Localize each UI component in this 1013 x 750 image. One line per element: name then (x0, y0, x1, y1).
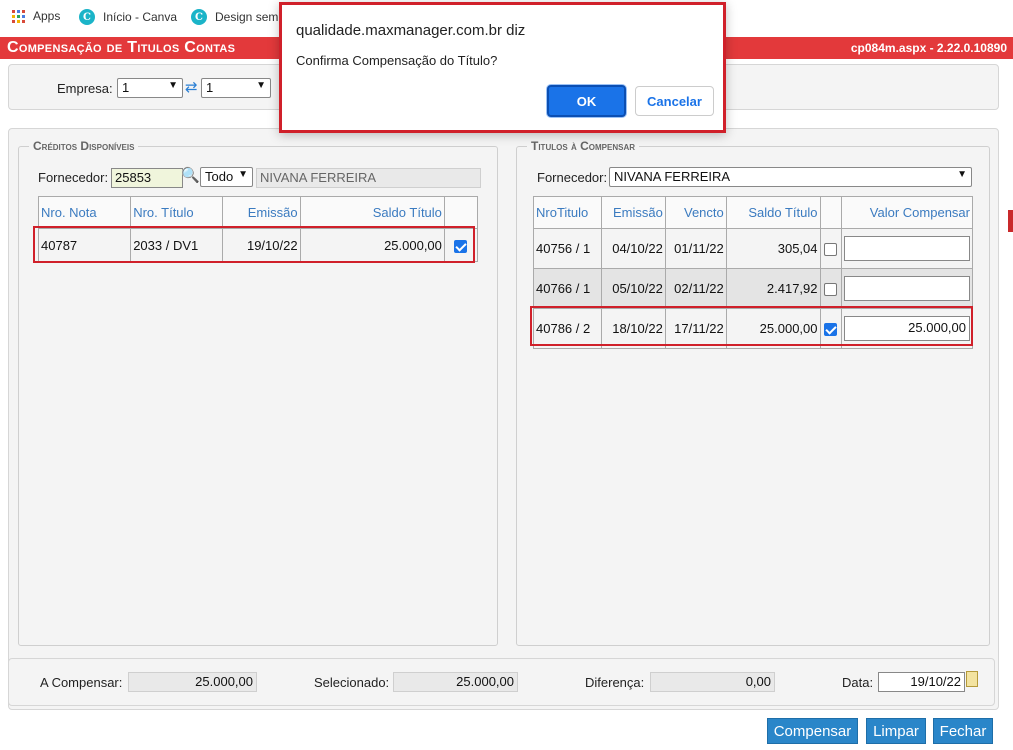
chevron-down-icon: ▼ (238, 169, 248, 180)
table-row[interactable]: 40766 / 1 05/10/22 02/11/22 2.417,92 (533, 268, 973, 309)
data-label: Data: (842, 675, 874, 690)
diferenca-label: Diferença: (585, 675, 645, 690)
cancel-button[interactable]: Cancelar (635, 86, 714, 116)
titulos-fornecedor-select[interactable]: NIVANA FERREIRA ▼ (609, 167, 972, 187)
fornecedor-code-input[interactable]: 25853 (111, 168, 183, 188)
row-checkbox[interactable] (824, 283, 838, 297)
cell-vencto: 01/11/22 (664, 228, 727, 269)
col-emissao[interactable]: Emissão (222, 196, 301, 229)
canva-icon: C (79, 9, 95, 25)
creditos-fieldset: Créditos Disponíveis Fornecedor: 25853 🔍… (18, 139, 498, 646)
empresa2-select[interactable]: 1 ▼ (201, 78, 271, 98)
compensar-button[interactable]: Compensar (767, 718, 858, 744)
col-nro-nota[interactable]: Nro. Nota (37, 196, 132, 229)
col-nro-titulo[interactable]: Nro. Título (130, 196, 224, 229)
cell-emissao: 04/10/22 (600, 228, 666, 269)
main-panel: Créditos Disponíveis Fornecedor: 25853 🔍… (8, 128, 999, 710)
creditos-legend: Créditos Disponíveis (29, 139, 139, 153)
dialog-host: qualidade.maxmanager.com.br diz (296, 22, 526, 39)
apps-grid-icon (12, 9, 25, 23)
col-valor-compensar[interactable]: Valor Compensar (841, 196, 973, 229)
fechar-button[interactable]: Fechar (933, 718, 993, 744)
cell-select (819, 268, 843, 309)
side-accent (1008, 210, 1013, 232)
data-input[interactable]: 19/10/22 (878, 672, 965, 692)
cell-titulo: 40766 / 1 (533, 268, 602, 309)
titulos-fieldset: Titulos à Compensar Fornecedor: NIVANA F… (516, 139, 990, 646)
creditos-fornecedor-label: Fornecedor: (38, 170, 109, 185)
cell-titulo: 40756 / 1 (533, 228, 602, 269)
empresa2-select-value: 1 (206, 80, 214, 95)
cell-valor (841, 228, 973, 269)
cell-emissao: 05/10/22 (600, 268, 666, 309)
search-icon[interactable]: 🔍 (181, 166, 200, 184)
selecionado-label: Selecionado: (314, 675, 390, 690)
bookmark-label: Apps (33, 9, 61, 23)
canva-icon: C (191, 9, 207, 25)
cell-valor (841, 268, 973, 309)
limpar-button[interactable]: Limpar (866, 718, 926, 744)
fornecedor-name-field: NIVANA FERREIRA (256, 168, 481, 188)
cell-saldo: 305,04 (725, 228, 821, 269)
valor-compensar-input[interactable] (844, 276, 970, 301)
diferenca-field: 0,00 (650, 672, 775, 692)
col-saldo-titulo[interactable]: Saldo Título (299, 196, 445, 229)
totals-panel: A Compensar: 25.000,00 Selecionado: 25.0… (8, 658, 995, 706)
col-select (443, 196, 479, 229)
cell-vencto: 02/11/22 (664, 268, 727, 309)
bookmark-label: Design sem (215, 10, 279, 24)
bookmark-canva-design[interactable]: C Design sem (191, 9, 278, 25)
col-saldo-titulo[interactable]: Saldo Título (725, 196, 821, 229)
page-title: Compensação de Titulos Contas (7, 39, 236, 56)
chevron-down-icon: ▼ (168, 80, 178, 91)
bookmark-label: Início - Canva (103, 10, 178, 24)
creditos-filter-select[interactable]: Todo ▼ (200, 167, 253, 187)
dialog-message: Confirma Compensação do Título? (296, 53, 498, 68)
bookmark-apps[interactable]: Apps (12, 9, 60, 23)
col-emissao[interactable]: Emissão (600, 196, 666, 229)
col-select (819, 196, 843, 229)
chevron-down-icon: ▼ (256, 80, 266, 91)
refresh-icon[interactable]: ⇄ (185, 78, 198, 96)
col-vencto[interactable]: Vencto (664, 196, 727, 229)
bookmark-canva-inicio[interactable]: C Início - Canva (79, 9, 177, 25)
ok-button[interactable]: OK (547, 85, 626, 117)
highlight-credit-row (33, 226, 475, 263)
valor-compensar-input[interactable] (844, 236, 970, 261)
a-compensar-label: A Compensar: (40, 675, 123, 690)
titulos-legend: Titulos à Compensar (527, 139, 639, 153)
col-nro-titulo[interactable]: NroTitulo (533, 196, 602, 229)
cell-saldo: 2.417,92 (725, 268, 821, 309)
page-version: cp084m.aspx - 2.22.0.10890 (850, 41, 1007, 55)
a-compensar-field: 25.000,00 (128, 672, 257, 692)
empresa-select[interactable]: 1 ▼ (117, 78, 183, 98)
row-checkbox[interactable] (824, 243, 838, 257)
empresa-select-value: 1 (122, 80, 130, 95)
table-row[interactable]: 40756 / 1 04/10/22 01/11/22 305,04 (533, 228, 973, 269)
confirm-dialog: qualidade.maxmanager.com.br diz Confirma… (279, 2, 726, 133)
highlight-titulo-row (530, 306, 973, 346)
titulos-fornecedor-value: NIVANA FERREIRA (614, 169, 731, 184)
chevron-down-icon: ▼ (957, 169, 967, 180)
empresa-label: Empresa: (57, 81, 113, 96)
calendar-icon[interactable] (966, 671, 978, 687)
creditos-filter-value: Todo (205, 169, 234, 184)
titulos-fornecedor-label: Fornecedor: (537, 170, 608, 185)
cell-select (819, 228, 843, 269)
selecionado-field: 25.000,00 (393, 672, 518, 692)
